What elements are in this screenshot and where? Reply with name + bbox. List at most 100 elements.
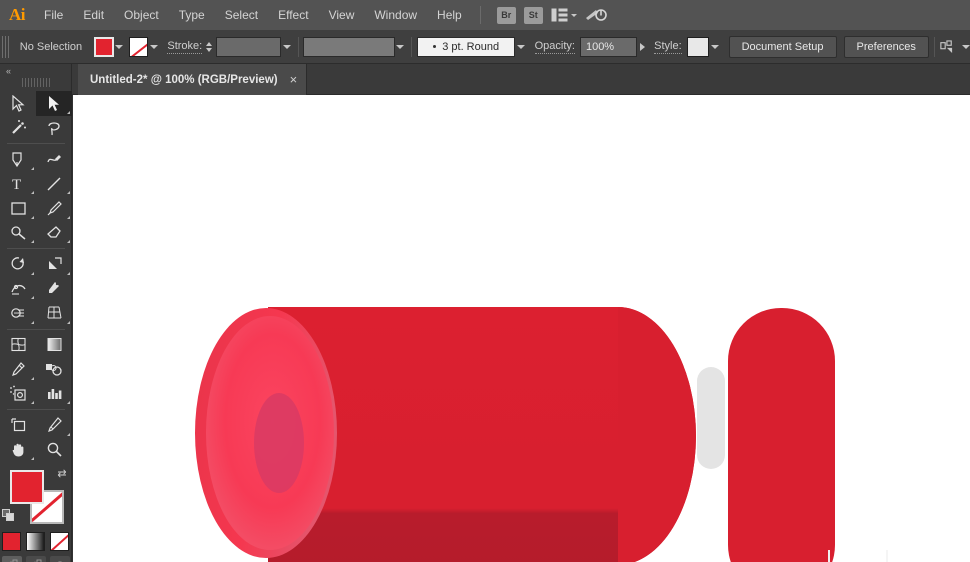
- control-divider: [411, 36, 412, 57]
- free-transform-tool[interactable]: [36, 277, 72, 302]
- workspace-switcher-icon[interactable]: [585, 7, 607, 23]
- stepper-up-icon: [205, 41, 212, 46]
- chevron-down-icon: [282, 44, 291, 49]
- menu-window[interactable]: Window: [364, 0, 427, 30]
- chevron-right-icon: [639, 42, 645, 51]
- fill-stroke-controls: ⇄: [0, 466, 72, 528]
- tool-flyout-indicator: [31, 191, 34, 194]
- fill-color-swatch[interactable]: [94, 36, 114, 57]
- tool-flyout-indicator: [31, 166, 34, 170]
- color-button[interactable]: [2, 532, 21, 551]
- column-graph-tool[interactable]: [36, 382, 72, 407]
- line-segment-tool[interactable]: [36, 172, 72, 197]
- menu-file[interactable]: File: [34, 0, 73, 30]
- menu-help[interactable]: Help: [427, 0, 472, 30]
- rotate-tool[interactable]: [0, 252, 36, 277]
- draw-inside-button[interactable]: [49, 556, 70, 562]
- slice-tool[interactable]: [36, 413, 72, 438]
- fill-swatch-dropdown[interactable]: [114, 37, 125, 57]
- swap-fill-stroke-icon[interactable]: ⇄: [55, 467, 69, 481]
- gradient-tool[interactable]: [36, 333, 72, 358]
- curvature-tool[interactable]: [36, 147, 72, 172]
- draw-behind-button[interactable]: [25, 556, 46, 562]
- cylinder-end-cap[interactable]: [195, 308, 337, 558]
- menu-object[interactable]: Object: [114, 0, 169, 30]
- tool-flyout-indicator: [67, 432, 70, 436]
- bridge-button[interactable]: Br: [496, 6, 516, 24]
- menu-edit[interactable]: Edit: [73, 0, 114, 30]
- shape-builder-tool[interactable]: [0, 301, 36, 326]
- artboard-tool[interactable]: [0, 413, 36, 438]
- draw-normal-button[interactable]: [1, 556, 22, 562]
- eraser-tool[interactable]: [36, 221, 72, 246]
- drawing-mode-buttons: [0, 556, 71, 562]
- style-label: Style:: [654, 39, 682, 54]
- close-icon[interactable]: ×: [290, 73, 298, 86]
- align-transform-icon[interactable]: [940, 39, 957, 55]
- paintbrush-tool[interactable]: [36, 196, 72, 221]
- graphic-style-dropdown[interactable]: [709, 37, 720, 57]
- zoom-tool[interactable]: [36, 438, 72, 463]
- opacity-label: Opacity:: [534, 39, 575, 54]
- menu-view[interactable]: View: [319, 0, 365, 30]
- direct-selection-tool[interactable]: [36, 91, 72, 116]
- tools-panel-grip[interactable]: [21, 78, 50, 87]
- separate-rounded-shape[interactable]: [728, 308, 835, 562]
- artwork-cylinder[interactable]: [73, 95, 970, 562]
- menu-effect[interactable]: Effect: [268, 0, 318, 30]
- symbol-sprayer-tool[interactable]: [0, 382, 36, 407]
- type-tool[interactable]: T: [0, 172, 36, 197]
- default-fill-stroke-icon[interactable]: [2, 509, 15, 522]
- menu-select[interactable]: Select: [215, 0, 268, 30]
- magic-wand-tool[interactable]: [0, 116, 36, 141]
- chevron-down-icon: [115, 44, 124, 49]
- shaper-tool[interactable]: [0, 221, 36, 246]
- document-canvas[interactable]: [73, 95, 970, 562]
- gray-rounded-bar[interactable]: [697, 367, 725, 469]
- stroke-color-swatch[interactable]: [128, 36, 149, 57]
- chevron-down-icon[interactable]: [961, 44, 970, 49]
- pen-tool[interactable]: [0, 147, 36, 172]
- none-button[interactable]: [50, 532, 69, 551]
- menu-divider: [479, 6, 481, 24]
- arrange-documents-button[interactable]: [551, 8, 577, 22]
- gradient-button[interactable]: [26, 532, 45, 551]
- stroke-weight-field[interactable]: [215, 36, 282, 57]
- brush-definition-dropdown[interactable]: [395, 37, 406, 57]
- stroke-weight-dropdown[interactable]: [281, 37, 292, 57]
- menu-type[interactable]: Type: [169, 0, 215, 30]
- preferences-button[interactable]: Preferences: [843, 35, 929, 58]
- tool-flyout-indicator: [31, 320, 34, 324]
- tool-flyout-indicator: [67, 215, 70, 219]
- lasso-tool[interactable]: [36, 116, 72, 141]
- mesh-tool[interactable]: [0, 333, 36, 358]
- width-tool[interactable]: [0, 277, 36, 302]
- collapse-tools-button[interactable]: «: [0, 64, 71, 78]
- eyedropper-tool[interactable]: [0, 357, 36, 382]
- document-tab-title: Untitled-2* @ 100% (RGB/Preview): [90, 73, 278, 86]
- opacity-field[interactable]: 100%: [579, 36, 637, 57]
- stroke-swatch-dropdown[interactable]: [148, 37, 159, 57]
- document-setup-button[interactable]: Document Setup: [728, 35, 837, 58]
- control-bar-grip[interactable]: [2, 35, 10, 58]
- control-divider: [933, 36, 935, 57]
- perspective-grid-tool[interactable]: [36, 301, 72, 326]
- chevron-down-icon: [516, 44, 525, 49]
- variable-width-profile-field[interactable]: 3 pt. Round: [416, 36, 516, 57]
- selection-tool[interactable]: [0, 91, 36, 116]
- stock-button[interactable]: St: [523, 6, 543, 24]
- document-tab[interactable]: Untitled-2* @ 100% (RGB/Preview) ×: [78, 64, 308, 95]
- rectangle-tool[interactable]: [0, 196, 36, 221]
- faint-artboard-mark: [828, 550, 888, 562]
- toolbar-fill-swatch[interactable]: [10, 470, 44, 504]
- blend-tool[interactable]: [36, 357, 72, 382]
- opacity-options-button[interactable]: [637, 37, 648, 57]
- graphic-style-swatch[interactable]: [686, 36, 710, 57]
- variable-width-profile-dropdown[interactable]: [515, 37, 526, 57]
- brush-definition-field[interactable]: [303, 36, 395, 57]
- tool-flyout-indicator: [31, 376, 34, 380]
- stroke-weight-stepper[interactable]: [204, 41, 214, 52]
- tool-flyout-indicator: [31, 215, 34, 219]
- scale-tool[interactable]: [36, 252, 72, 277]
- hand-tool[interactable]: [0, 438, 36, 463]
